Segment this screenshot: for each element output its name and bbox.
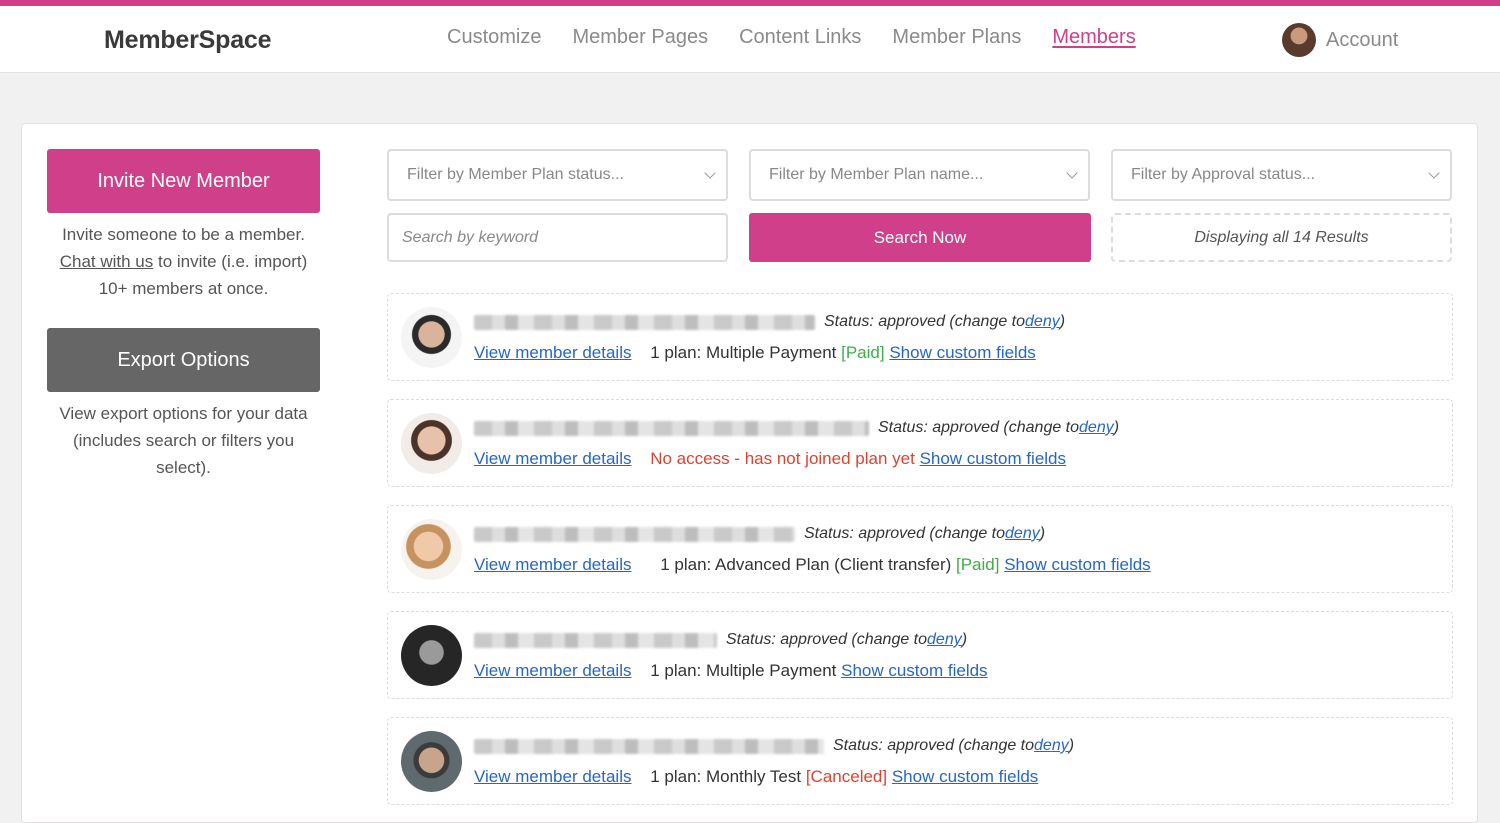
header: MemberSpace Customize Member Pages Conte… — [0, 6, 1500, 73]
blurred-member-name — [474, 420, 869, 436]
plan-info: 1 plan: Multiple Payment — [650, 343, 842, 362]
show-custom-fields-link[interactable]: Show custom fields — [920, 449, 1066, 468]
nav-member-plans[interactable]: Member Plans — [892, 26, 1021, 49]
status-badge: [Canceled] — [805, 767, 888, 786]
member-avatar — [401, 519, 462, 580]
member-avatar — [401, 731, 462, 792]
view-member-details-link[interactable]: View member details — [474, 343, 631, 362]
blurred-member-name — [474, 314, 815, 330]
member-row: Status: approved (change to deny) View m… — [387, 293, 1453, 381]
account-label: Account — [1326, 28, 1399, 51]
invite-help-text: Invite someone to be a member. Chat with… — [59, 225, 308, 298]
plan-info: No access - has not joined plan yet — [650, 449, 915, 468]
export-options-button[interactable]: Export Options — [47, 328, 320, 392]
plan-info: 1 plan: Multiple Payment — [650, 661, 837, 680]
deny-link[interactable]: deny — [1034, 737, 1069, 755]
chat-with-us-link[interactable]: Chat with us — [60, 252, 154, 271]
show-custom-fields-link[interactable]: Show custom fields — [841, 661, 987, 680]
nav-member-pages[interactable]: Member Pages — [572, 26, 708, 49]
show-custom-fields-link[interactable]: Show custom fields — [1004, 555, 1150, 574]
keyword-search-input[interactable] — [387, 213, 728, 262]
view-member-details-link[interactable]: View member details — [474, 555, 631, 574]
member-row: Status: approved (change to deny) View m… — [387, 717, 1453, 805]
member-row: Status: approved (change to deny) View m… — [387, 611, 1453, 699]
member-row: Status: approved (change to deny) View m… — [387, 505, 1453, 593]
plan-name-filter[interactable]: Filter by Member Plan name... — [749, 149, 1090, 201]
show-custom-fields-link[interactable]: Show custom fields — [892, 767, 1038, 786]
members-card: Invite New Member Invite someone to be a… — [21, 123, 1478, 823]
main-nav: Customize Member Pages Content Links Mem… — [447, 26, 1136, 49]
member-row: Status: approved (change to deny) View m… — [387, 399, 1453, 487]
nav-customize[interactable]: Customize — [447, 26, 541, 49]
view-member-details-link[interactable]: View member details — [474, 767, 631, 786]
chevron-down-icon — [1428, 167, 1440, 179]
results-count: Displaying all 14 Results — [1111, 213, 1452, 262]
deny-link[interactable]: deny — [1005, 525, 1040, 543]
status-badge: [Paid] — [956, 555, 1000, 574]
view-member-details-link[interactable]: View member details — [474, 661, 631, 680]
nav-content-links[interactable]: Content Links — [739, 26, 861, 49]
chevron-down-icon — [1066, 167, 1078, 179]
plan-info: 1 plan: Monthly Test — [650, 767, 806, 786]
nav-members[interactable]: Members — [1052, 26, 1135, 49]
blurred-member-name — [474, 738, 824, 754]
chevron-down-icon — [704, 167, 716, 179]
status-badge: [Paid] — [841, 343, 885, 362]
show-custom-fields-link[interactable]: Show custom fields — [889, 343, 1035, 362]
blurred-member-name — [474, 632, 717, 648]
member-avatar — [401, 625, 462, 686]
sidebar: Invite New Member Invite someone to be a… — [47, 149, 320, 481]
deny-link[interactable]: deny — [1025, 313, 1060, 331]
view-member-details-link[interactable]: View member details — [474, 449, 631, 468]
invite-new-member-button[interactable]: Invite New Member — [47, 149, 320, 213]
plan-info: 1 plan: Advanced Plan (Client transfer) — [660, 555, 956, 574]
plan-status-filter[interactable]: Filter by Member Plan status... — [387, 149, 728, 201]
search-now-button[interactable]: Search Now — [749, 213, 1091, 262]
export-help-text: View export options for your data (inclu… — [59, 404, 308, 477]
deny-link[interactable]: deny — [927, 631, 962, 649]
approval-status-filter[interactable]: Filter by Approval status... — [1111, 149, 1452, 201]
account-avatar — [1282, 23, 1316, 57]
blurred-member-name — [474, 526, 795, 542]
account-menu[interactable]: Account — [1282, 23, 1398, 57]
member-avatar — [401, 413, 462, 474]
memberspace-logo[interactable]: MemberSpace — [104, 26, 272, 55]
member-avatar — [401, 307, 462, 368]
deny-link[interactable]: deny — [1079, 419, 1114, 437]
